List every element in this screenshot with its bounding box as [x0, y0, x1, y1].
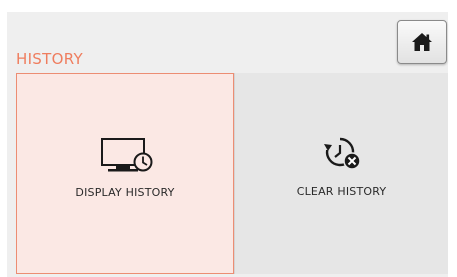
display-history-icon [101, 138, 153, 172]
home-button[interactable] [397, 20, 447, 64]
clear-history-label: CLEAR HISTORY [296, 185, 387, 198]
display-history-button[interactable]: DISPLAY HISTORY [16, 73, 234, 274]
section-title: HISTORY [16, 50, 83, 68]
clear-history-icon [323, 137, 361, 170]
clear-history-button[interactable]: CLEAR HISTORY [234, 73, 448, 274]
home-icon [412, 33, 432, 51]
history-screen: HISTORY DISPLAY HISTORY CLEAR HISTORY [0, 0, 457, 277]
display-history-label: DISPLAY HISTORY [75, 186, 175, 199]
